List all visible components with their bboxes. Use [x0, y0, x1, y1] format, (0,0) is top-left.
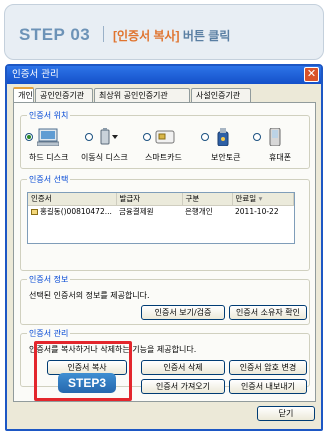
location-security-token[interactable]: 보안토큰 [201, 128, 257, 166]
location-label-hard-disk: 하드 디스크 [29, 153, 69, 162]
cell-certificate: 홍길동()00810472... [28, 205, 116, 218]
export-certificate-button[interactable]: 인증서 내보내기 [229, 379, 307, 394]
cell-certificate-text: 홍길동()00810472... [40, 207, 112, 217]
column-expiry[interactable]: 만료일 ▾ [232, 193, 294, 206]
tab-root-ca[interactable]: 최상위 공인인증기관 [94, 88, 190, 102]
change-password-button[interactable]: 인증서 암호 변경 [229, 360, 307, 375]
certificate-table: 인증서 발급자 구분 만료일 ▾ 홍길동()00810472... 금융결제원 … [28, 193, 294, 218]
close-icon[interactable]: ✕ [304, 67, 319, 82]
location-label-security-token: 보안토큰 [211, 153, 241, 162]
certificate-table-header: 인증서 발급자 구분 만료일 ▾ [28, 193, 294, 206]
certificate-select-label: 인증서 선택 [27, 174, 71, 185]
radio-smartcard[interactable] [143, 133, 151, 141]
location-group-label: 인증서 위치 [27, 110, 71, 121]
certificate-list[interactable]: 인증서 발급자 구분 만료일 ▾ 홍길동()00810472... 금융결제원 … [27, 192, 295, 244]
smartcard-icon [155, 128, 177, 146]
radio-mobile-phone[interactable] [253, 133, 261, 141]
tab-public-ca[interactable]: 공인인증기관 [35, 88, 93, 102]
tab-private-ca[interactable]: 사설인증기관 [191, 88, 251, 102]
location-label-mobile-phone: 휴대폰 [269, 153, 292, 162]
sort-desc-icon: ▾ [258, 194, 263, 204]
tab-personal[interactable]: 개인 [13, 87, 34, 102]
step-caption-bracket: [인증서 복사] [113, 29, 180, 43]
table-row[interactable]: 홍길동()00810472... 금융결제원 은행개인 2011-10-22 [28, 205, 294, 218]
delete-certificate-button[interactable]: 인증서 삭제 [141, 360, 225, 375]
step-header: STEP 03 [인증서 복사] 버튼 클릭 [4, 4, 324, 60]
step-number: STEP 03 [19, 25, 91, 44]
step-caption-rest: 버튼 클릭 [179, 29, 231, 43]
column-expiry-label: 만료일 [235, 194, 257, 204]
close-button[interactable]: 닫기 [257, 406, 315, 421]
certificate-info-group: 인증서 정보 선택된 인증서의 정보를 제공합니다. 인증서 보기/검증 인증서… [20, 274, 310, 325]
certificate-icon [31, 209, 38, 216]
view-certificate-button[interactable]: 인증서 보기/검증 [141, 305, 225, 320]
window-title: 인증서 관리 [12, 69, 59, 80]
location-mobile-phone[interactable]: 휴대폰 [253, 127, 309, 166]
certificate-manage-label: 인증서 관리 [27, 328, 71, 339]
security-token-icon [213, 128, 235, 147]
location-label-removable-disk: 이동식 디스크 [81, 153, 128, 162]
certificate-info-text: 선택된 인증서의 정보를 제공합니다. [29, 291, 150, 300]
radio-hard-disk[interactable] [25, 133, 33, 141]
step-caption: [인증서 복사] 버튼 클릭 [113, 27, 230, 44]
column-type[interactable]: 구분 [182, 193, 233, 206]
removable-disk-icon [97, 128, 119, 146]
certificate-owner-button[interactable]: 인증서 소유자 확인 [229, 305, 307, 320]
location-label-smartcard: 스마트카드 [145, 153, 182, 162]
column-issuer[interactable]: 발급자 [116, 193, 183, 206]
location-smartcard[interactable]: 스마트카드 [143, 128, 199, 166]
radio-removable-disk[interactable] [85, 133, 93, 141]
header-divider [103, 26, 104, 42]
column-certificate[interactable]: 인증서 [28, 193, 117, 206]
radio-security-token[interactable] [201, 133, 209, 141]
cell-expiry: 2011-10-22 [235, 207, 279, 217]
location-removable-disk[interactable]: 이동식 디스크 [81, 128, 141, 166]
certificate-info-label: 인증서 정보 [27, 274, 71, 285]
hard-disk-icon [36, 128, 60, 147]
mobile-phone-icon [265, 127, 287, 147]
cell-issuer: 금융결제원 [119, 207, 154, 217]
import-certificate-button[interactable]: 인증서 가져오기 [141, 379, 225, 394]
window-titlebar: 인증서 관리 ✕ [7, 66, 321, 84]
certificate-select-group: 인증서 선택 인증서 발급자 구분 만료일 ▾ 홍길동()00810472... [20, 174, 310, 271]
location-group: 인증서 위치 하드 디스크 이동식 디스크 스마트카드 보안토큰 휴대폰 [20, 110, 310, 169]
cell-type: 은행개인 [185, 207, 213, 217]
step-callout-badge: STEP3 [58, 373, 116, 393]
location-hard-disk[interactable]: 하드 디스크 [25, 128, 81, 166]
